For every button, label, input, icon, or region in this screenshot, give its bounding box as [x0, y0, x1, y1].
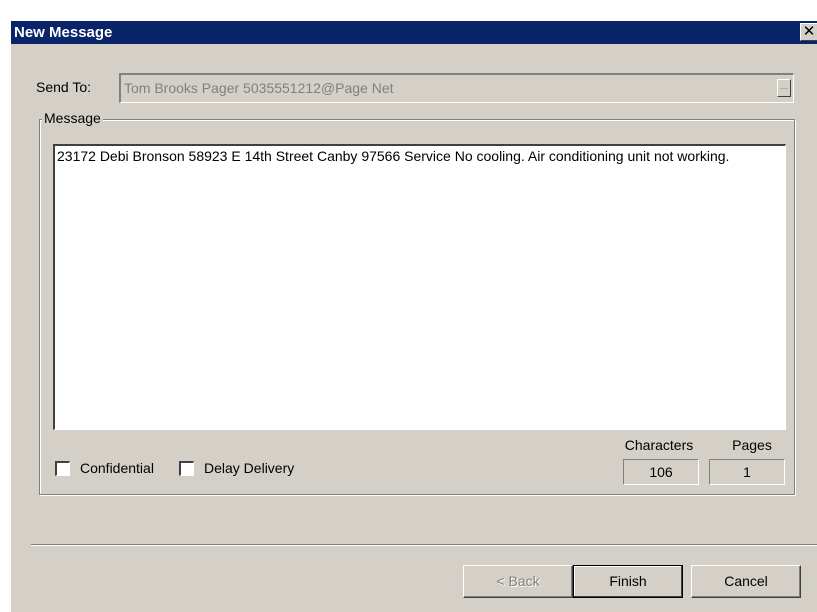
finish-button[interactable]: Finish — [573, 565, 683, 598]
send-to-value: Tom Brooks Pager 5035551212@Page Net — [124, 80, 394, 96]
pages-count: 1 — [709, 459, 785, 485]
close-button[interactable]: ✕ — [800, 23, 817, 41]
browse-recipient-button[interactable]: ... — [777, 79, 791, 97]
button-separator — [31, 544, 817, 546]
back-button[interactable]: < Back — [463, 565, 573, 598]
characters-label: Characters — [624, 437, 694, 453]
send-to-field[interactable]: Tom Brooks Pager 5035551212@Page Net ... — [119, 73, 794, 103]
close-icon: ✕ — [802, 23, 816, 40]
delay-delivery-checkbox[interactable] — [179, 461, 194, 476]
confidential-checkbox[interactable] — [55, 461, 70, 476]
pages-label: Pages — [732, 437, 772, 453]
title-bar: New Message ✕ — [11, 21, 817, 44]
message-textarea[interactable]: 23172 Debi Bronson 58923 E 14th Street C… — [53, 144, 786, 430]
cancel-button[interactable]: Cancel — [691, 565, 801, 598]
message-group-label: Message — [42, 110, 103, 126]
new-message-dialog: New Message ✕ Send To: Tom Brooks Pager … — [10, 20, 817, 612]
characters-count: 106 — [623, 459, 699, 485]
confidential-label[interactable]: Confidential — [80, 460, 154, 476]
send-to-label: Send To: — [36, 79, 92, 95]
delay-delivery-label[interactable]: Delay Delivery — [204, 460, 294, 476]
dialog-title: New Message — [14, 24, 113, 41]
